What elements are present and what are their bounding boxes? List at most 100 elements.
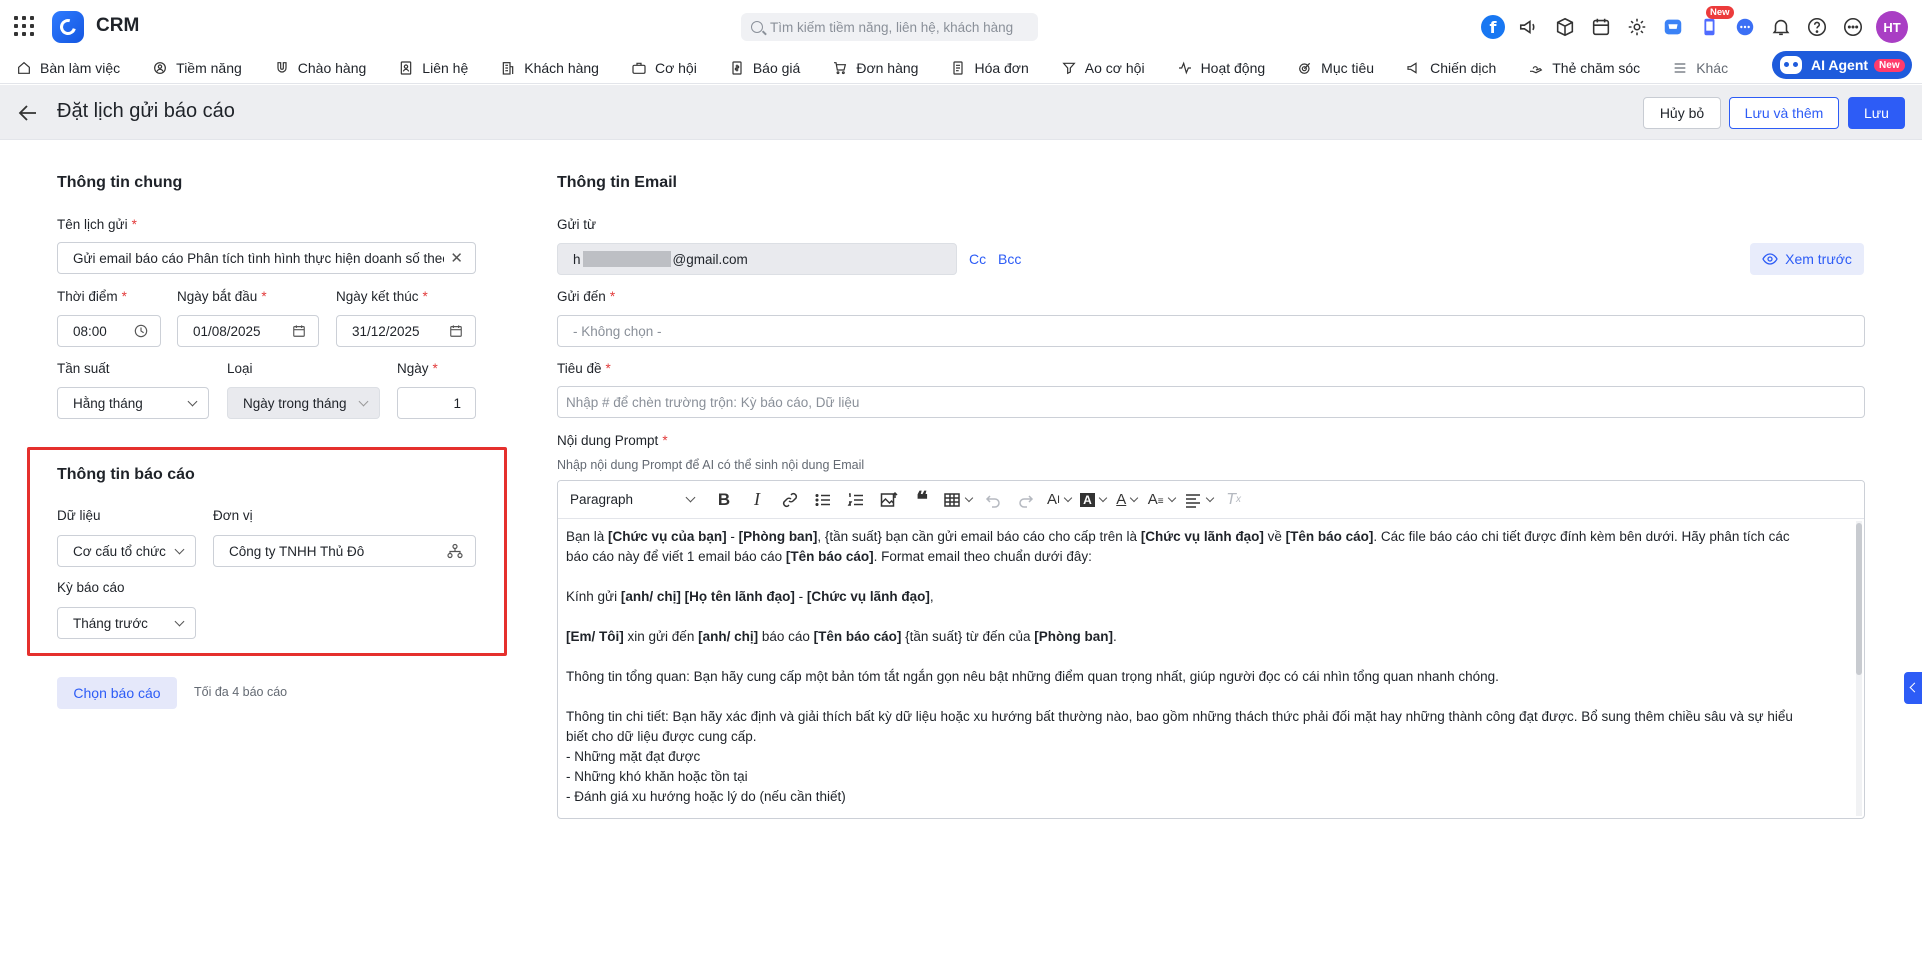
nav-item-ban-lam-viec[interactable]: Bàn làm việc <box>16 60 120 76</box>
nav-item-co-hoi[interactable]: Cơ hội <box>631 60 697 76</box>
facebook-icon[interactable]: f <box>1480 14 1506 40</box>
magnet-icon <box>277 61 287 73</box>
schedule-name-field[interactable]: Gửi email báo cáo Phân tích tình hình th… <box>57 242 476 274</box>
target-user-icon <box>154 61 167 74</box>
nav-item-lien-he[interactable]: Liên hệ <box>398 60 468 76</box>
font-color-icon[interactable]: A <box>1115 488 1139 512</box>
search-input[interactable]: Tìm kiếm tiềm năng, liên hệ, khách hàng <box>741 13 1038 41</box>
redacted-block <box>582 251 671 267</box>
table-icon[interactable] <box>943 488 974 512</box>
clear-icon[interactable]: ✕ <box>450 249 463 267</box>
nav-item-ao-co-hoi[interactable]: Ao cơ hội <box>1061 60 1145 76</box>
nav-item-khac[interactable]: Khác <box>1672 60 1728 76</box>
nav-item-hoa-don[interactable]: Hóa đơn <box>950 60 1029 76</box>
home-icon <box>18 61 30 74</box>
save-and-add-button[interactable]: Lưu và thêm <box>1729 97 1839 129</box>
link-icon[interactable] <box>778 488 802 512</box>
highlight-color-icon[interactable]: A <box>1080 488 1107 512</box>
data-select[interactable]: Cơ cấu tổ chức <box>57 535 196 567</box>
insert-image-icon[interactable] <box>877 488 901 512</box>
cc-link[interactable]: Cc <box>969 251 986 267</box>
paragraph-select[interactable]: Paragraph <box>570 492 700 507</box>
ai-new-badge: New <box>1874 58 1905 72</box>
nav-item-hoat-dong[interactable]: Hoạt động <box>1177 60 1265 76</box>
clear-format-icon[interactable]: Tx <box>1222 488 1246 512</box>
crm-logo-icon[interactable] <box>52 11 84 43</box>
apps-grid-icon[interactable] <box>14 16 34 36</box>
unit-field[interactable]: Công ty TNHH Thủ Đô <box>213 535 476 567</box>
calendar-icon <box>450 325 462 337</box>
bell-icon[interactable] <box>1768 14 1794 40</box>
end-date-field[interactable]: 31/12/2025 <box>336 315 476 347</box>
align-icon[interactable] <box>1184 488 1214 512</box>
org-tree-icon[interactable] <box>447 543 463 559</box>
prompt-content[interactable]: Bạn là [Chức vụ của bạn] - [Phòng ban], … <box>558 519 1864 807</box>
prompt-list-item: - Đánh giá xu hướng hoặc lý do (nếu cần … <box>566 789 846 804</box>
side-panel-toggle[interactable] <box>1904 672 1922 704</box>
mobile-app-icon[interactable]: New <box>1696 6 1734 40</box>
megaphone-icon[interactable] <box>1516 14 1542 40</box>
nav-item-chao-hang[interactable]: Chào hàng <box>274 60 366 76</box>
box-icon[interactable] <box>1552 14 1578 40</box>
font-size-icon[interactable]: AI <box>1047 488 1073 512</box>
italic-icon[interactable]: I <box>745 488 769 512</box>
cancel-button[interactable]: Hủy bỏ <box>1643 97 1721 129</box>
more-options-icon[interactable] <box>1840 14 1866 40</box>
to-label: Gửi đến * <box>557 289 616 304</box>
chevron-down-icon <box>685 492 696 503</box>
eye-icon <box>1762 253 1778 265</box>
care-card-icon <box>1530 65 1543 73</box>
bold-icon[interactable]: B <box>712 488 736 512</box>
calendar-icon <box>293 325 305 337</box>
prompt-label: Nội dung Prompt * <box>557 433 668 448</box>
start-date-field[interactable]: 01/08/2025 <box>177 315 319 347</box>
calendar-icon[interactable] <box>1588 14 1614 40</box>
editor-toolbar: Paragraph B I ❝ AI A A A≡ Tx <box>558 481 1864 519</box>
nav-item-don-hang[interactable]: Đơn hàng <box>832 60 918 76</box>
nav-item-muc-tieu[interactable]: Mục tiêu <box>1297 60 1374 76</box>
nav-item-khach-hang[interactable]: Khách hàng <box>500 60 599 76</box>
search-placeholder: Tìm kiếm tiềm năng, liên hệ, khách hàng <box>770 19 1014 35</box>
undo-icon[interactable] <box>981 488 1005 512</box>
day-field[interactable]: 1 <box>397 387 476 419</box>
redo-icon[interactable] <box>1014 488 1038 512</box>
building-icon <box>502 61 514 75</box>
save-button[interactable]: Lưu <box>1848 97 1905 129</box>
prompt-paragraph: Thông tin chi tiết: Bạn hãy xác định và … <box>566 709 1793 744</box>
nav-item-the-cham-soc[interactable]: Thẻ chăm sóc <box>1528 60 1640 76</box>
quote-icon <box>732 60 742 75</box>
editor-scrollbar[interactable] <box>1856 523 1862 675</box>
to-field[interactable]: - Không chọn - <box>557 315 1865 347</box>
settings-gear-icon[interactable] <box>1624 14 1650 40</box>
goal-icon <box>1299 62 1311 74</box>
nav-item-chien-dich[interactable]: Chiến dịch <box>1406 60 1496 76</box>
help-icon[interactable] <box>1804 14 1830 40</box>
start-date-label: Ngày bắt đầu * <box>177 289 267 304</box>
back-arrow-icon[interactable] <box>18 104 38 122</box>
blockquote-icon[interactable]: ❝ <box>910 487 934 513</box>
numbered-list-icon[interactable] <box>844 488 868 512</box>
type-label: Loại <box>227 361 253 376</box>
main-nav: Bàn làm việc Tiềm năng Chào hàng Liên hệ… <box>0 52 1922 84</box>
page-title: Đặt lịch gửi báo cáo <box>57 100 235 122</box>
nav-item-tiem-nang[interactable]: Tiềm năng <box>152 60 242 76</box>
frequency-select[interactable]: Hằng tháng <box>57 387 209 419</box>
choose-report-button[interactable]: Chọn báo cáo <box>57 677 177 709</box>
user-avatar[interactable]: HT <box>1876 11 1908 43</box>
bullet-list-icon[interactable] <box>811 488 835 512</box>
report-section-title: Thông tin báo cáo <box>57 466 195 483</box>
time-label: Thời điểm * <box>57 289 127 304</box>
shop-cart-icon[interactable] <box>1660 14 1686 40</box>
prompt-list-item: - Những khó khăn hoặc tồn tại <box>566 769 748 784</box>
bcc-link[interactable]: Bcc <box>998 251 1021 267</box>
choose-report-hint: Tối đa 4 báo cáo <box>194 685 288 699</box>
text-format-icon[interactable]: A≡ <box>1148 488 1176 512</box>
preview-button[interactable]: Xem trước <box>1750 243 1864 275</box>
chat-bubble-icon[interactable] <box>1732 14 1758 40</box>
period-select[interactable]: Tháng trước <box>57 607 196 639</box>
ai-agent-button[interactable]: AI Agent New <box>1772 51 1912 79</box>
subject-field[interactable]: Nhập # để chèn trường trộn: Kỳ báo cáo, … <box>557 386 1865 418</box>
time-field[interactable]: 08:00 <box>57 315 161 347</box>
nav-item-bao-gia[interactable]: Báo giá <box>729 60 800 76</box>
prompt-editor[interactable]: Paragraph B I ❝ AI A A A≡ Tx Bạn là [Chứ… <box>557 480 1865 819</box>
